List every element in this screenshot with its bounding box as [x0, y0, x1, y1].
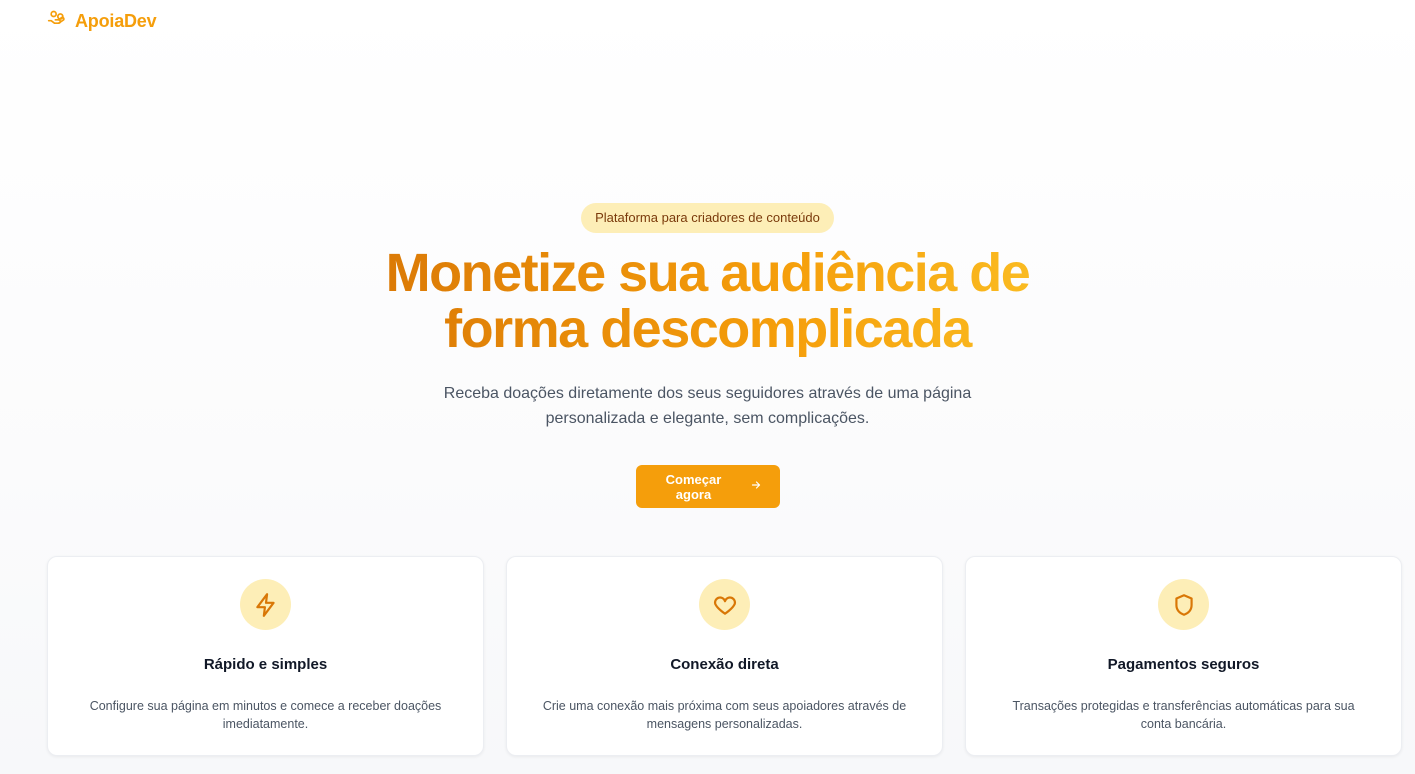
hand-coins-icon [47, 9, 67, 34]
heart-icon [699, 579, 750, 630]
hero-headline: Monetize sua audiência de forma descompl… [348, 245, 1068, 357]
shield-icon [1158, 579, 1209, 630]
hero-badge: Plataforma para criadores de conteúdo [581, 203, 834, 233]
lightning-icon [240, 579, 291, 630]
arrow-right-icon [750, 479, 762, 494]
cta-label: Começar agora [665, 471, 722, 502]
brand-name: ApoiaDev [75, 11, 157, 31]
feature-card-fast: Rápido e simples Configure sua página em… [47, 556, 484, 756]
feature-title: Conexão direta [670, 656, 779, 673]
hero-section: Plataforma para criadores de conteúdo Mo… [0, 203, 1415, 508]
feature-text: Crie uma conexão mais próxima com seus a… [542, 699, 907, 731]
feature-title: Pagamentos seguros [1107, 656, 1260, 673]
start-now-button[interactable]: Começar agora [635, 465, 780, 508]
features-section: Rápido e simples Configure sua página em… [47, 556, 1402, 756]
feature-text: Configure sua página em minutos e comece… [89, 699, 442, 731]
feature-card-payments: Pagamentos seguros Transações protegidas… [965, 556, 1402, 756]
brand-logo[interactable]: ApoiaDev [47, 9, 157, 34]
feature-card-connection: Conexão direta Crie uma conexão mais pró… [506, 556, 943, 756]
hero-subtitle: Receba doações diretamente dos seus segu… [443, 385, 972, 427]
feature-text: Transações protegidas e transferências a… [1012, 699, 1355, 731]
feature-title: Rápido e simples [203, 656, 328, 673]
